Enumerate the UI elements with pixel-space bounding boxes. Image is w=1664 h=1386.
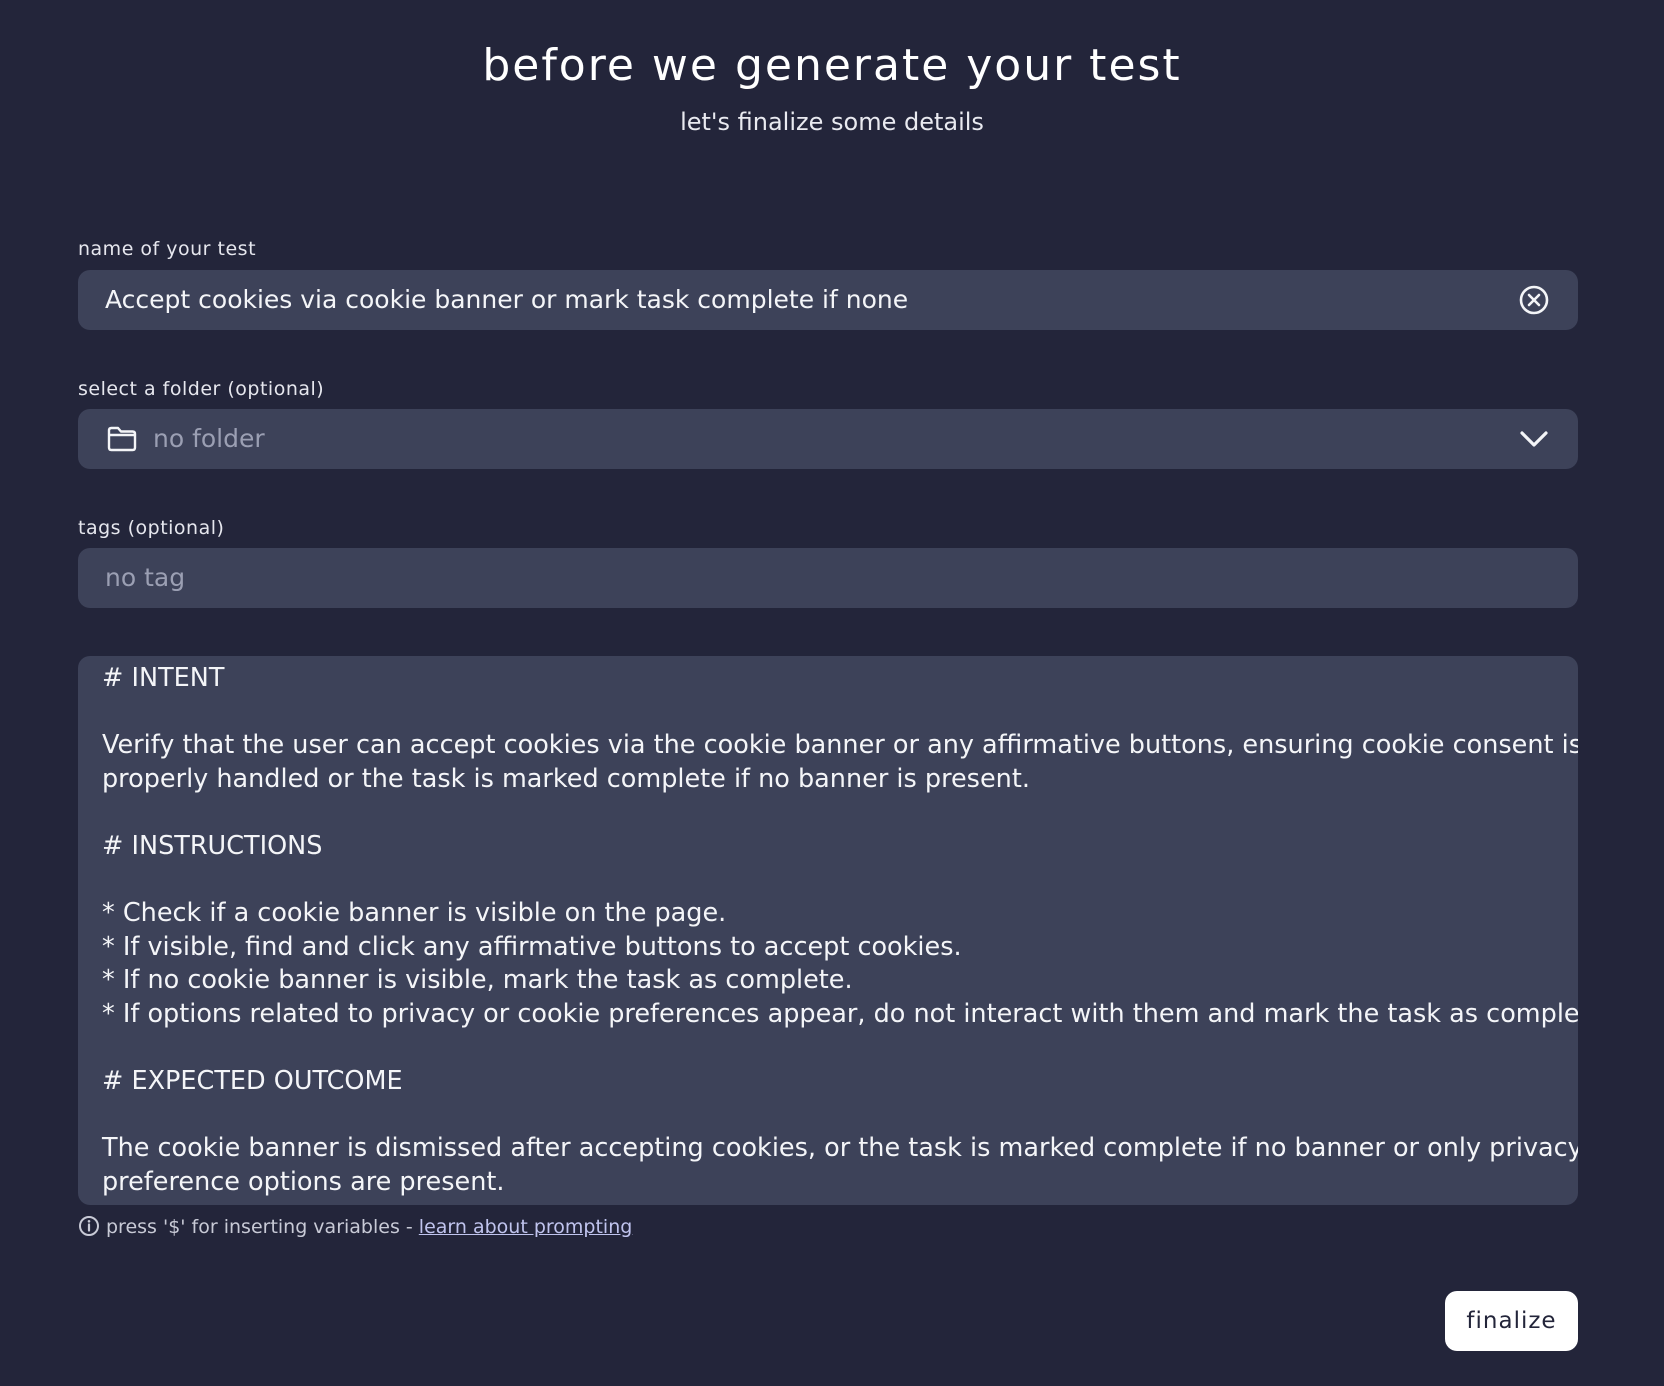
- prompt-line: [102, 1032, 1554, 1066]
- prompt-line: * If options related to privacy or cooki…: [102, 998, 1578, 1029]
- tags-placeholder[interactable]: no tag: [105, 548, 185, 608]
- prompt-line: The cookie banner is dismissed after acc…: [102, 1133, 1578, 1164]
- folder-icon: [107, 426, 137, 452]
- hint-text: press '$' for inserting variables -: [106, 1216, 419, 1238]
- chevron-down-icon[interactable]: [1518, 425, 1550, 453]
- page-subtitle: let's finalize some details: [680, 108, 984, 136]
- prompt-line: [102, 864, 1554, 898]
- circle-x-icon[interactable]: [1518, 284, 1550, 316]
- test-name-value[interactable]: Accept cookies via cookie banner or mark…: [105, 270, 908, 330]
- prompt-line: preference options are present.: [102, 1166, 505, 1197]
- prompt-line: Verify that the user can accept cookies …: [102, 730, 1578, 761]
- folder-placeholder: no folder: [153, 424, 265, 453]
- test-name-field[interactable]: Accept cookies via cookie banner or mark…: [78, 270, 1578, 330]
- prompt-line: [102, 696, 1554, 730]
- prompt-line: [102, 796, 1554, 830]
- prompt-line: * If visible, find and click any affirma…: [102, 931, 962, 962]
- tags-label: tags (optional): [78, 517, 225, 539]
- folder-label: select a folder (optional): [78, 378, 325, 400]
- prompt-heading-line: # INTENT: [102, 663, 225, 693]
- tags-field[interactable]: no tag: [78, 548, 1578, 608]
- learn-about-prompting-link[interactable]: learn about prompting: [419, 1216, 633, 1238]
- test-name-label: name of your test: [78, 238, 257, 260]
- prompt-line: * Check if a cookie banner is visible on…: [102, 898, 727, 929]
- prompt-heading-line: # INSTRUCTIONS: [102, 830, 323, 861]
- folder-select[interactable]: no folder: [78, 409, 1578, 469]
- prompt-line: properly handled or the task is marked c…: [102, 763, 1030, 794]
- prompt-textarea[interactable]: # INTENT Verify that the user can accept …: [78, 656, 1578, 1205]
- prompt-hint: press '$' for inserting variables - lear…: [78, 1214, 632, 1240]
- prompt-heading-line: # EXPECTED OUTCOME: [102, 1066, 403, 1097]
- prompt-line: * If no cookie banner is visible, mark t…: [102, 965, 853, 996]
- info-icon: [79, 1216, 99, 1236]
- finalize-button[interactable]: finalize: [1445, 1291, 1578, 1351]
- page: before we generate your test let's final…: [0, 0, 1664, 1386]
- prompt-line: [102, 1099, 1554, 1133]
- page-title: before we generate your test: [482, 40, 1182, 91]
